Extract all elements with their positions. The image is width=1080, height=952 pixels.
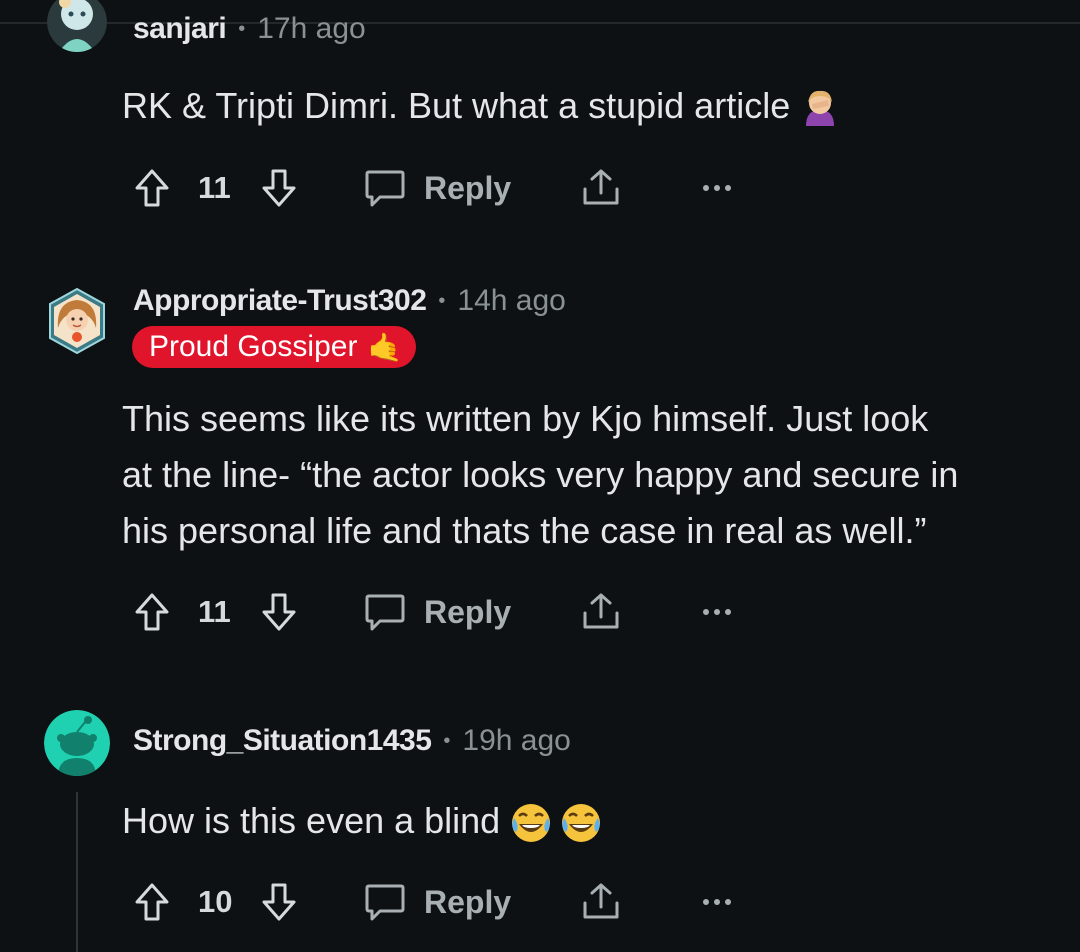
- comment-line: This seems like its written by Kjo himse…: [122, 398, 929, 439]
- more-options-icon: [703, 609, 731, 615]
- share-icon: [583, 169, 619, 205]
- downvote-button[interactable]: [261, 872, 297, 932]
- reply-icon: [365, 884, 405, 921]
- downvote-button[interactable]: [261, 582, 297, 642]
- username[interactable]: Appropriate-Trust302: [133, 284, 427, 318]
- upvote-button[interactable]: [134, 872, 170, 932]
- reply-icon: [365, 594, 405, 631]
- comment-line: at the line- “the actor looks very happy…: [122, 454, 959, 495]
- comment-body: How is this even a blind: [122, 793, 1042, 849]
- separator-dot: •: [238, 17, 246, 40]
- avatar[interactable]: [44, 710, 110, 776]
- upvote-button[interactable]: [134, 158, 170, 218]
- share-button[interactable]: [580, 582, 622, 642]
- username[interactable]: sanjari: [133, 12, 227, 46]
- facepalm-emoji-icon: [800, 88, 840, 128]
- laughing-tears-emoji-icon: [510, 802, 604, 844]
- username[interactable]: Strong_Situation1435: [133, 724, 432, 758]
- more-options-icon: [703, 185, 731, 191]
- reply-icon: [365, 170, 405, 207]
- vote-count: 10: [198, 884, 233, 919]
- comment-line: his personal life and thats the case in …: [122, 510, 927, 551]
- share-button[interactable]: [580, 158, 622, 218]
- more-options-button[interactable]: [702, 872, 732, 932]
- share-icon: [583, 593, 619, 629]
- downvote-icon: [262, 883, 296, 921]
- comment-body: This seems like its written by Kjo himse…: [122, 391, 1042, 559]
- separator-dot: •: [438, 289, 446, 312]
- comment-3: Strong_Situation1435 • 19h ago How is th…: [0, 700, 1080, 949]
- downvote-button[interactable]: [261, 158, 297, 218]
- call-me-hand-emoji-icon: 🤙: [367, 331, 403, 363]
- vote-count: 11: [198, 594, 231, 629]
- reply-button[interactable]: Reply: [364, 158, 511, 218]
- comment-text: How is this even a blind: [122, 800, 501, 841]
- reply-label: Reply: [424, 593, 512, 630]
- avatar[interactable]: [48, 288, 106, 354]
- avatar-image-icon: [47, 0, 107, 52]
- avatar-snoo-icon: [44, 710, 110, 776]
- comment-text: RK & Tripti Dimri. But what a stupid art…: [122, 85, 791, 126]
- comment-actions: 11 Reply: [0, 582, 1080, 642]
- upvote-icon: [135, 169, 169, 207]
- avatar[interactable]: [47, 0, 107, 52]
- timestamp: 14h ago: [457, 284, 566, 317]
- reply-button[interactable]: Reply: [364, 582, 511, 642]
- upvote-icon: [135, 883, 169, 921]
- comment-actions: 10 Reply: [0, 872, 1080, 932]
- vote-count: 11: [198, 170, 231, 205]
- more-options-button[interactable]: [702, 582, 732, 642]
- comment-1: sanjari • 17h ago RK & Tripti Dimri. But…: [0, 0, 1080, 230]
- comment-2: Appropriate-Trust302 • 14h ago Proud Gos…: [0, 280, 1080, 660]
- flair-text: Proud Gossiper: [149, 330, 358, 363]
- reply-label: Reply: [424, 169, 512, 206]
- timestamp: 17h ago: [257, 12, 366, 45]
- downvote-icon: [262, 593, 296, 631]
- upvote-button[interactable]: [134, 582, 170, 642]
- share-button[interactable]: [580, 872, 622, 932]
- reply-button[interactable]: Reply: [364, 872, 511, 932]
- reply-label: Reply: [424, 883, 512, 920]
- separator-dot: •: [443, 729, 451, 752]
- user-flair: Proud Gossiper 🤙: [132, 326, 417, 368]
- comment-body: RK & Tripti Dimri. But what a stupid art…: [122, 78, 1042, 134]
- more-options-icon: [703, 899, 731, 905]
- more-options-button[interactable]: [702, 158, 732, 218]
- timestamp: 19h ago: [462, 724, 571, 757]
- upvote-icon: [135, 593, 169, 631]
- comment-actions: 11 Reply: [0, 158, 1080, 218]
- avatar-image-icon: [49, 288, 105, 354]
- share-icon: [583, 883, 619, 919]
- downvote-icon: [262, 169, 296, 207]
